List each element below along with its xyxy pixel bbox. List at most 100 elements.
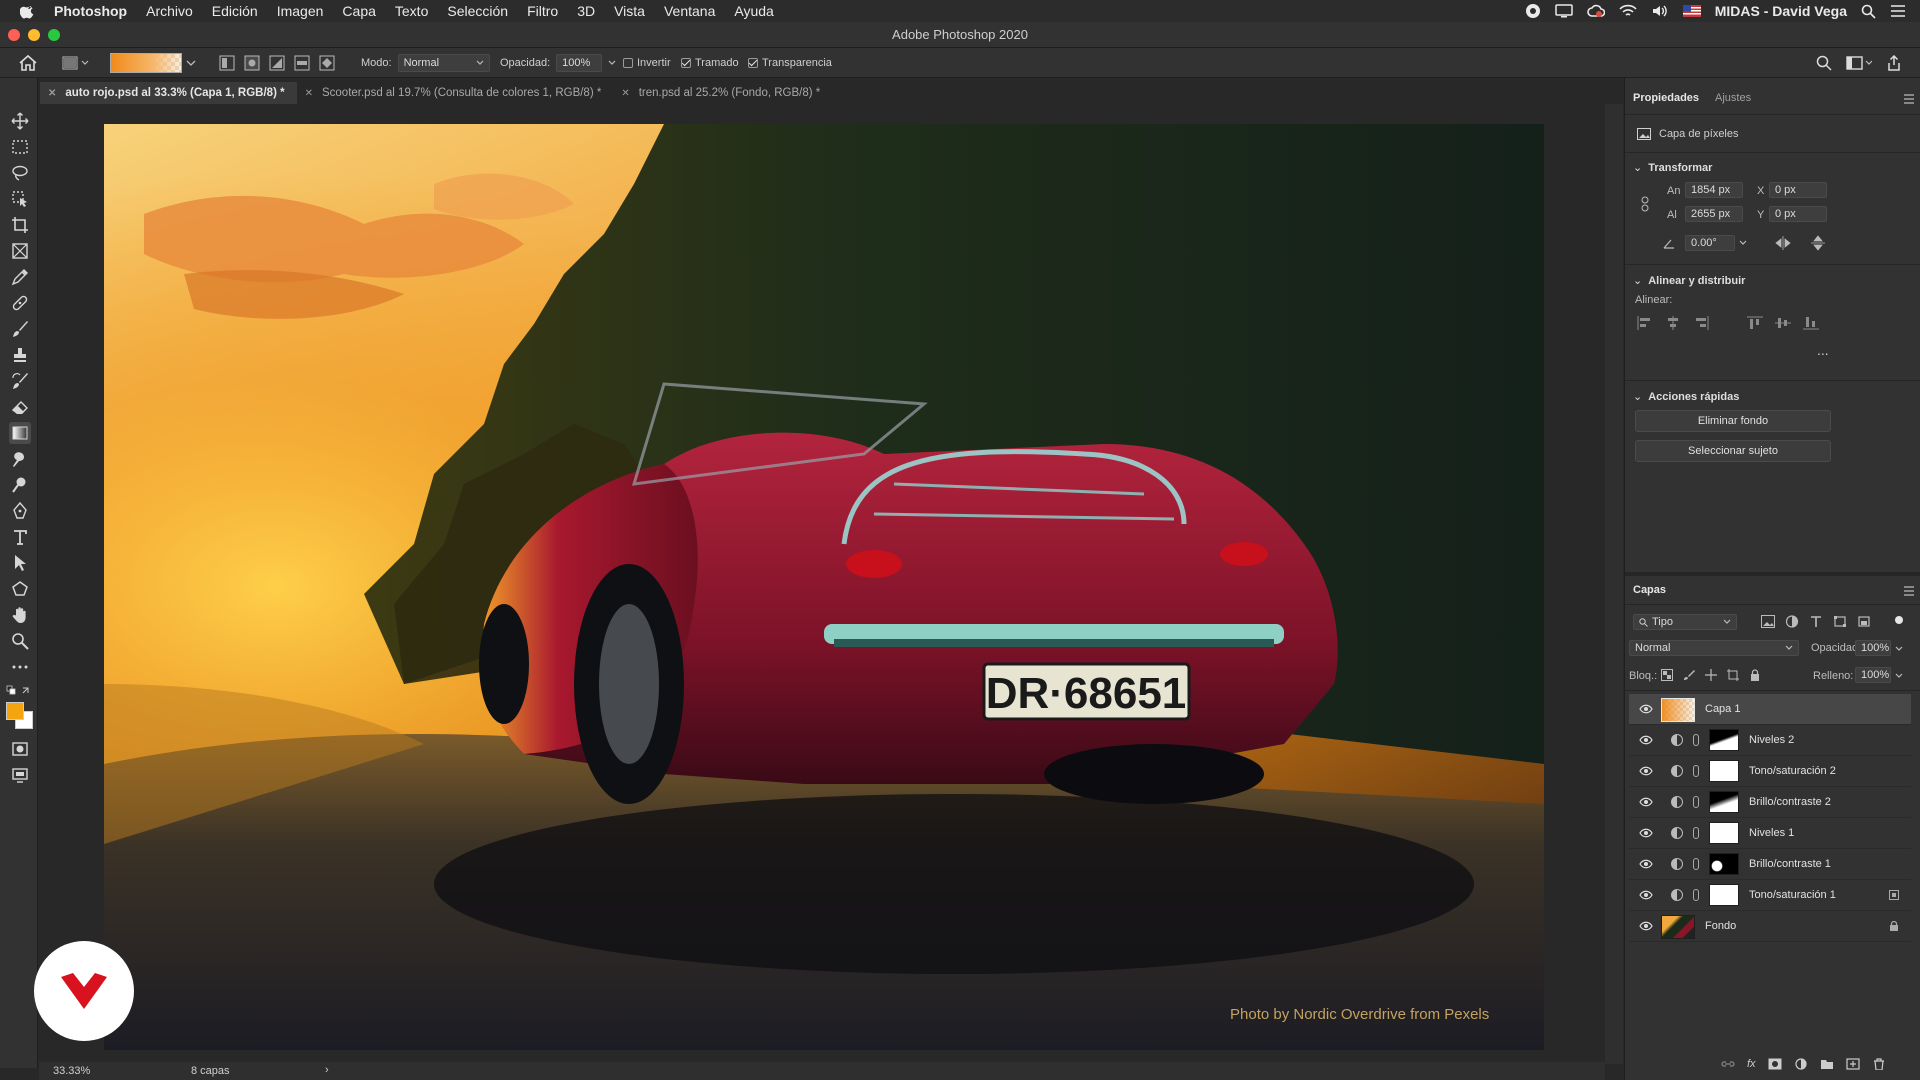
flip-horizontal-icon[interactable] bbox=[1775, 236, 1791, 250]
layer-niveles-1[interactable]: Niveles 1 bbox=[1629, 818, 1911, 849]
link-icon[interactable] bbox=[1693, 734, 1699, 746]
menu-imagen[interactable]: Imagen bbox=[277, 3, 324, 19]
eraser-tool[interactable] bbox=[9, 396, 31, 418]
path-selection-tool[interactable] bbox=[9, 552, 31, 574]
align-top-icon[interactable] bbox=[1747, 316, 1763, 330]
display-icon[interactable] bbox=[1554, 4, 1573, 18]
filter-pixel-icon[interactable] bbox=[1761, 615, 1775, 628]
panel-menu-icon[interactable] bbox=[1903, 586, 1915, 596]
tab-auto-rojo[interactable]: ✕ auto rojo.psd al 33.3% (Capa 1, RGB/8) … bbox=[40, 82, 297, 104]
brush-tool[interactable] bbox=[9, 318, 31, 340]
align-right-icon[interactable] bbox=[1693, 316, 1709, 330]
width-input[interactable]: 1854 px bbox=[1685, 182, 1743, 198]
type-tool[interactable] bbox=[9, 526, 31, 548]
share-icon[interactable] bbox=[1886, 55, 1902, 71]
filter-shape-icon[interactable] bbox=[1833, 615, 1847, 628]
foreground-color-swatch[interactable] bbox=[6, 702, 24, 720]
dither-checkbox[interactable]: Tramado bbox=[681, 48, 739, 78]
layer-mask-thumbnail[interactable] bbox=[1709, 729, 1739, 751]
chevron-down-icon[interactable] bbox=[186, 59, 196, 67]
menu-photoshop[interactable]: Photoshop bbox=[54, 3, 127, 19]
zoom-tool[interactable] bbox=[9, 630, 31, 652]
link-icon[interactable] bbox=[1693, 765, 1699, 777]
quick-actions-heading[interactable]: Acciones rápidas bbox=[1633, 390, 1739, 403]
layer-opacity-input[interactable]: 100% bbox=[1855, 640, 1891, 656]
menu-vista[interactable]: Vista bbox=[614, 3, 645, 19]
dither-check-box[interactable] bbox=[681, 58, 691, 68]
apple-logo-icon[interactable] bbox=[20, 3, 36, 19]
height-input[interactable]: 2655 px bbox=[1685, 206, 1743, 222]
layers-panel-title[interactable]: Capas bbox=[1633, 584, 1666, 596]
healing-brush-tool[interactable] bbox=[9, 292, 31, 314]
transparency-check-box[interactable] bbox=[748, 58, 758, 68]
link-icon[interactable] bbox=[1693, 827, 1699, 839]
link-icon[interactable] bbox=[1693, 858, 1699, 870]
tab-tren[interactable]: ✕ tren.psd al 25.2% (Fondo, RGB/8) * bbox=[613, 82, 832, 104]
layer-niveles-2[interactable]: Niveles 2 bbox=[1629, 725, 1911, 756]
gradient-picker[interactable] bbox=[110, 48, 196, 78]
volume-icon[interactable] bbox=[1651, 4, 1669, 18]
layer-brillo-contraste-2[interactable]: Brillo/contraste 2 bbox=[1629, 787, 1911, 818]
eyedropper-tool[interactable] bbox=[9, 266, 31, 288]
object-selection-tool[interactable] bbox=[9, 188, 31, 210]
opacity-input[interactable]: 100% bbox=[556, 54, 603, 72]
chevron-down-icon[interactable] bbox=[1895, 646, 1903, 652]
flip-vertical-icon[interactable] bbox=[1811, 235, 1825, 251]
new-layer-icon[interactable] bbox=[1845, 1058, 1860, 1070]
creative-cloud-icon[interactable] bbox=[1586, 3, 1605, 19]
new-group-icon[interactable] bbox=[1820, 1058, 1834, 1070]
tab-scooter[interactable]: ✕ Scooter.psd al 19.7% (Consulta de color… bbox=[297, 82, 614, 104]
default-swap-colors[interactable] bbox=[6, 684, 32, 696]
edit-toolbar-button[interactable] bbox=[9, 656, 31, 678]
add-mask-icon[interactable] bbox=[1768, 1058, 1782, 1070]
visibility-eye-icon[interactable] bbox=[1639, 921, 1653, 931]
menu-archivo[interactable]: Archivo bbox=[146, 3, 193, 19]
move-tool[interactable] bbox=[9, 110, 31, 132]
visibility-eye-icon[interactable] bbox=[1639, 766, 1653, 776]
menu-3d[interactable]: 3D bbox=[577, 3, 595, 19]
user-name[interactable]: MIDAS - David Vega bbox=[1715, 3, 1847, 19]
transform-heading[interactable]: Transformar bbox=[1633, 161, 1712, 174]
menu-capa[interactable]: Capa bbox=[342, 3, 375, 19]
remove-background-button[interactable]: Eliminar fondo bbox=[1635, 410, 1831, 432]
record-icon[interactable] bbox=[1525, 3, 1541, 19]
control-center-icon[interactable] bbox=[1890, 4, 1906, 18]
chevron-down-icon[interactable] bbox=[1895, 673, 1903, 679]
filter-type-icon[interactable] bbox=[1809, 615, 1823, 628]
tab-properties[interactable]: Propiedades bbox=[1633, 92, 1699, 104]
smudge-tool[interactable] bbox=[9, 448, 31, 470]
more-options-button[interactable]: ... bbox=[1817, 342, 1829, 358]
frame-tool[interactable] bbox=[9, 240, 31, 262]
align-heading[interactable]: Alinear y distribuir bbox=[1633, 274, 1745, 287]
lock-position-icon[interactable] bbox=[1705, 669, 1717, 681]
angle-gradient-icon[interactable] bbox=[269, 55, 285, 71]
home-button[interactable] bbox=[18, 48, 38, 78]
wifi-icon[interactable] bbox=[1619, 4, 1637, 18]
visibility-eye-icon[interactable] bbox=[1639, 859, 1653, 869]
panel-menu-icon[interactable] bbox=[1903, 94, 1915, 104]
tool-preset-picker[interactable] bbox=[62, 48, 90, 78]
lock-artboard-icon[interactable] bbox=[1727, 669, 1739, 681]
menu-ventana[interactable]: Ventana bbox=[664, 3, 715, 19]
layer-tono-saturacion-1[interactable]: Tono/saturación 1 bbox=[1629, 880, 1911, 911]
visibility-eye-icon[interactable] bbox=[1639, 890, 1653, 900]
layer-mask-thumbnail[interactable] bbox=[1709, 822, 1739, 844]
menu-texto[interactable]: Texto bbox=[395, 3, 428, 19]
select-subject-button[interactable]: Seleccionar sujeto bbox=[1635, 440, 1831, 462]
filter-smart-object-icon[interactable] bbox=[1857, 615, 1871, 628]
new-adjustment-icon[interactable] bbox=[1794, 1058, 1808, 1070]
filter-toggle[interactable] bbox=[1895, 616, 1903, 624]
layer-brillo-contraste-1[interactable]: Brillo/contraste 1 bbox=[1629, 849, 1911, 880]
menu-filtro[interactable]: Filtro bbox=[527, 3, 558, 19]
link-icon[interactable] bbox=[1693, 796, 1699, 808]
chevron-down-icon[interactable] bbox=[608, 60, 616, 66]
linear-gradient-icon[interactable] bbox=[219, 55, 235, 71]
layer-mask-thumbnail[interactable] bbox=[1709, 853, 1739, 875]
y-input[interactable]: 0 px bbox=[1769, 206, 1827, 222]
x-input[interactable]: 0 px bbox=[1769, 182, 1827, 198]
flag-us-icon[interactable] bbox=[1682, 5, 1701, 17]
fill-input[interactable]: 100% bbox=[1855, 667, 1891, 683]
align-bottom-icon[interactable] bbox=[1803, 316, 1819, 330]
search-icon[interactable] bbox=[1816, 55, 1832, 71]
shape-tool[interactable] bbox=[9, 578, 31, 600]
